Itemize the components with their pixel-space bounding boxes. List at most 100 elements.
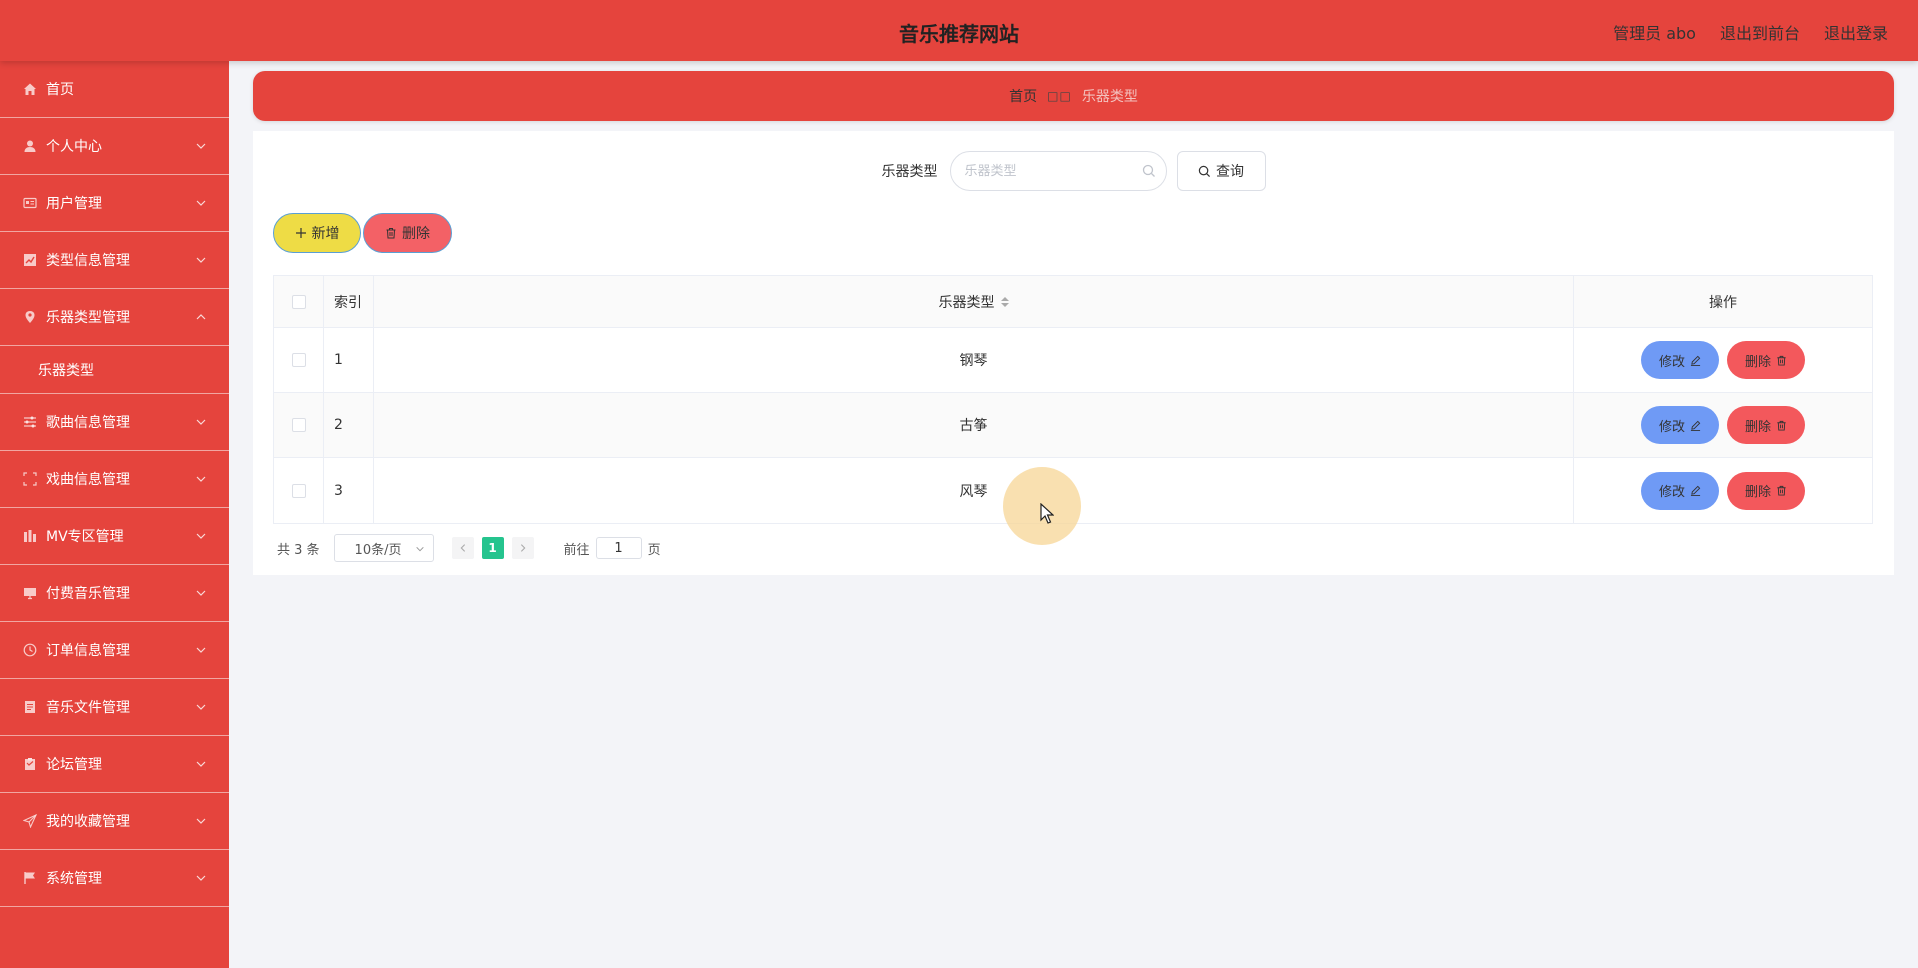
id-card-icon <box>22 195 38 211</box>
chevron-down-icon <box>196 761 206 767</box>
edit-button-label: 修改 <box>1658 354 1685 370</box>
batch-delete-button[interactable]: 删除 <box>363 213 452 253</box>
sidebar-item-opera-info-management[interactable]: 戏曲信息管理 <box>0 451 229 508</box>
sidebar-item-user-management[interactable]: 用户管理 <box>0 175 229 232</box>
chevron-up-icon <box>196 314 206 320</box>
exit-to-front-link[interactable]: 退出到前台 <box>1720 20 1800 44</box>
bar-chart-icon <box>22 528 38 544</box>
flag-icon <box>22 870 38 886</box>
batch-delete-button-label: 删除 <box>402 226 430 242</box>
trash-icon <box>1777 355 1786 366</box>
sidebar-item-label: 乐器类型管理 <box>46 310 130 326</box>
admin-user-label: 管理员 abo <box>1613 24 1696 43</box>
next-page-button[interactable] <box>511 537 534 559</box>
search-input[interactable] <box>950 152 1166 190</box>
row-delete-button[interactable]: 删除 <box>1727 406 1805 444</box>
goto-label: 前往 <box>563 542 590 558</box>
search-icon <box>1198 165 1211 177</box>
sidebar-item-forum-management[interactable]: 论坛管理 <box>0 736 229 793</box>
sidebar-item-personal-center[interactable]: 个人中心 <box>0 118 229 175</box>
row-ops: 修改 删除 <box>1574 393 1872 457</box>
breadcrumb: 首页 □□ 乐器类型 <box>253 71 1894 121</box>
sidebar-item-type-info-management[interactable]: 类型信息管理 <box>0 232 229 289</box>
sidebar-item-system-management[interactable]: 系统管理 <box>0 850 229 907</box>
add-button[interactable]: 新增 <box>273 213 361 253</box>
query-button-label: 查询 <box>1216 164 1244 180</box>
sidebar-item-favorites-management[interactable]: 我的收藏管理 <box>0 793 229 850</box>
logout-link[interactable]: 退出登录 <box>1824 20 1888 44</box>
sidebar-subitem-label: 乐器类型 <box>38 362 94 379</box>
sidebar-item-label: 音乐文件管理 <box>46 700 130 716</box>
plus-icon <box>295 228 306 238</box>
header-ops-label: 操作 <box>1709 294 1737 311</box>
page-size-value: 10条/页 <box>354 542 402 558</box>
sidebar-item-order-info-management[interactable]: 订单信息管理 <box>0 622 229 679</box>
sidebar-item-music-file-management[interactable]: 音乐文件管理 <box>0 679 229 736</box>
pencil-icon <box>1690 485 1701 496</box>
row-delete-button[interactable]: 删除 <box>1727 471 1805 510</box>
edit-button[interactable]: 修改 <box>1641 406 1719 444</box>
chevron-down-icon <box>196 875 206 881</box>
search-icon <box>1142 164 1155 177</box>
table-header-row: 索引 乐器类型 操作 <box>274 276 1872 328</box>
edit-button[interactable]: 修改 <box>1641 471 1719 510</box>
sort-icon[interactable] <box>1000 296 1009 307</box>
sidebar-item-home[interactable]: 首页 <box>0 61 229 118</box>
sidebar-item-song-info-management[interactable]: 歌曲信息管理 <box>0 394 229 451</box>
page-suffix: 页 <box>647 542 661 558</box>
row-delete-button-label: 删除 <box>1744 419 1771 435</box>
header-type-label: 乐器类型 <box>938 294 995 311</box>
sliders-icon <box>22 414 38 430</box>
chevron-down-icon <box>415 546 424 552</box>
trash-icon <box>1777 485 1786 496</box>
row-checkbox-cell <box>274 393 324 457</box>
chevron-down-icon <box>196 533 206 539</box>
page-size-select[interactable]: 10条/页 <box>333 534 434 562</box>
pencil-icon <box>1690 355 1701 366</box>
header-ops-cell: 操作 <box>1574 276 1872 327</box>
row-type: 钢琴 <box>374 328 1574 392</box>
sidebar-item-label: 系统管理 <box>46 871 102 887</box>
sidebar-item-label: 订单信息管理 <box>46 643 130 659</box>
trash-icon <box>386 228 396 239</box>
row-index: 3 <box>324 458 374 523</box>
prev-page-button[interactable] <box>451 537 474 559</box>
sidebar-item-label: 个人中心 <box>46 139 102 155</box>
sidebar-item-label: 歌曲信息管理 <box>46 415 130 431</box>
breadcrumb-home[interactable]: 首页 <box>1009 86 1037 106</box>
sidebar-item-paid-music-management[interactable]: 付费音乐管理 <box>0 565 229 622</box>
edit-button-label: 修改 <box>1658 485 1685 500</box>
monitor-icon <box>22 585 38 601</box>
row-delete-button[interactable]: 删除 <box>1727 341 1805 379</box>
goto-page-input[interactable] <box>595 537 642 559</box>
row-ops: 修改 删除 <box>1574 328 1872 392</box>
sidebar-item-label: 首页 <box>46 82 74 98</box>
home-icon <box>22 81 38 97</box>
chevron-left-icon <box>460 544 465 552</box>
select-all-checkbox[interactable] <box>291 294 306 309</box>
sidebar-item-label: 类型信息管理 <box>46 253 130 269</box>
sidebar-subitem-instrument-type[interactable]: 乐器类型 <box>0 346 229 394</box>
header-index-label: 索引 <box>334 294 362 311</box>
header-type-cell[interactable]: 乐器类型 <box>374 276 1574 327</box>
edit-button[interactable]: 修改 <box>1641 341 1719 379</box>
document-icon <box>22 699 38 715</box>
trash-icon <box>1777 420 1786 431</box>
row-checkbox[interactable] <box>291 483 306 498</box>
chevron-down-icon <box>196 143 206 149</box>
send-icon <box>22 813 38 829</box>
row-checkbox[interactable] <box>291 353 306 367</box>
mouse-cursor-icon <box>1040 503 1054 524</box>
sidebar-item-mv-management[interactable]: MV专区管理 <box>0 508 229 565</box>
action-buttons: 新增 删除 <box>273 213 452 253</box>
row-checkbox[interactable] <box>291 418 306 432</box>
row-ops: 修改 删除 <box>1574 458 1872 523</box>
table-row: 2 古筝 修改 删除 <box>274 393 1872 458</box>
sidebar-item-instrument-type-management[interactable]: 乐器类型管理 <box>0 289 229 346</box>
sidebar: 首页 个人中心 用户管理 类型信息管理 乐器类型管理 乐器类型 歌曲信息管理 戏… <box>0 61 229 968</box>
chevron-right-icon <box>520 544 525 552</box>
header-checkbox-cell <box>274 276 324 327</box>
query-button[interactable]: 查询 <box>1176 151 1266 191</box>
search-label: 乐器类型 <box>881 164 938 180</box>
page-number-current[interactable]: 1 <box>481 537 504 559</box>
